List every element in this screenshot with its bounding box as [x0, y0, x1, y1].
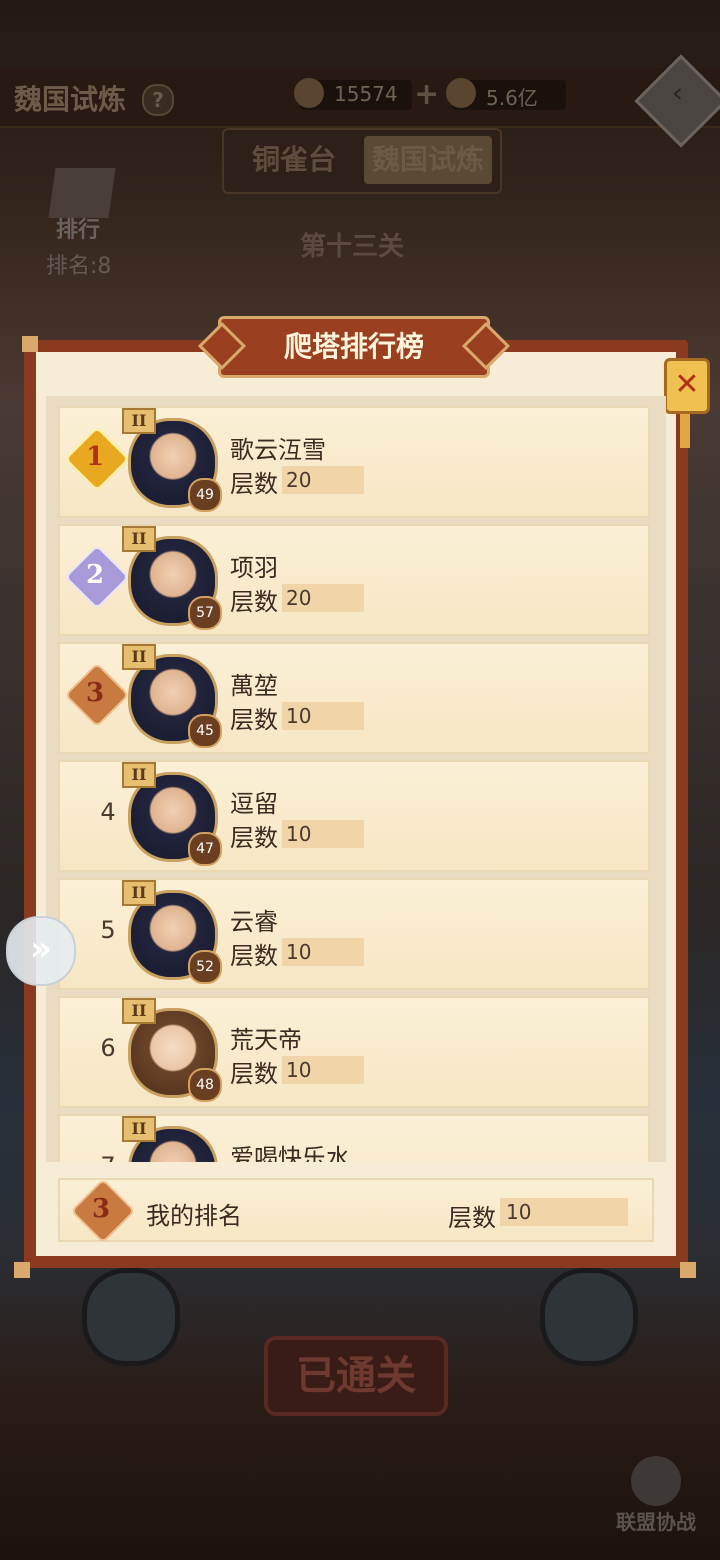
floor-count-value: 10: [286, 704, 312, 728]
leaderboard-row[interactable]: 3 II 45 萬堃 层数 10: [58, 642, 650, 754]
leaderboard-row[interactable]: 2 II 57 项羽 层数 20: [58, 524, 650, 636]
level-badge: 49: [188, 478, 222, 512]
tab-tongquetai[interactable]: 铜雀台: [230, 136, 358, 184]
floor-count-label: 层数: [230, 470, 278, 498]
gold-medal-icon: 1: [64, 426, 130, 492]
leaderboard-row[interactable]: 1 II 49 歌云沍雪 层数 20: [58, 406, 650, 518]
player-name: 云睿: [230, 908, 278, 936]
help-button[interactable]: ?: [142, 84, 174, 116]
frame-corner-ornament: [680, 1262, 696, 1278]
floor-count-label: 层数: [230, 942, 278, 970]
player-name: 逗留: [230, 790, 278, 818]
ranking-shortcut-label[interactable]: 排行: [56, 212, 100, 244]
leaderboard-list[interactable]: 1 II 49 歌云沍雪 层数 20 2 II 57 项羽 层数 20 3 II…: [46, 396, 666, 1162]
floor-count-value: 10: [286, 822, 312, 846]
tab-weiguo-trial[interactable]: 魏国试炼: [364, 136, 492, 184]
floor-count-label: 层数: [448, 1204, 496, 1232]
stage-title: 魏国试炼: [14, 83, 127, 116]
tier-badge: II: [122, 644, 156, 670]
level-badge: 52: [188, 950, 222, 984]
player-name: 歌云沍雪: [230, 436, 326, 464]
close-button[interactable]: ✕: [664, 358, 710, 414]
tier-badge: II: [122, 880, 156, 906]
leaderboard-row[interactable]: 7 II 爱喝快乐水: [58, 1114, 650, 1162]
tier-badge: II: [122, 408, 156, 434]
tier-badge: II: [122, 526, 156, 552]
floor-count-value: 20: [286, 586, 312, 610]
my-rank-row: 3 我的排名 层数 10: [58, 1178, 654, 1244]
coin-counter: 5.6亿: [446, 78, 566, 110]
player-name: 萬堃: [230, 672, 278, 700]
floor-count-label: 层数: [230, 1060, 278, 1088]
expand-side-menu-button[interactable]: »: [6, 916, 76, 986]
tier-badge: II: [122, 762, 156, 788]
floor-count-label: 层数: [230, 588, 278, 616]
floor-count-value: 10: [286, 940, 312, 964]
add-currency-button[interactable]: +: [414, 80, 439, 110]
leaderboard-row[interactable]: 4 II 47 逗留 层数 10: [58, 760, 650, 872]
floor-count-label: 层数: [230, 824, 278, 852]
bronze-medal-icon: 3: [70, 1178, 136, 1244]
leaderboard-row[interactable]: 5 II 52 云睿 层数 10: [58, 878, 650, 990]
floor-count-value: 10: [286, 1058, 312, 1082]
ingot-value: 15574: [334, 82, 398, 106]
level-badge: 48: [188, 1068, 222, 1102]
floor-title: 第十三关: [300, 232, 405, 262]
cleared-button[interactable]: 已通关: [264, 1336, 448, 1416]
gold-ingot-icon: [294, 78, 324, 108]
level-badge: 47: [188, 832, 222, 866]
alliance-assist-button[interactable]: 联盟协战: [616, 1456, 696, 1535]
ranking-scroll-icon[interactable]: [48, 168, 116, 218]
coin-value: 5.6亿: [486, 86, 538, 110]
my-rank-text: 排名:8: [46, 254, 112, 279]
floor-count-value: 20: [286, 468, 312, 492]
tier-badge: II: [122, 1116, 156, 1142]
modal-title: 爬塔排行榜: [283, 330, 424, 363]
silver-medal-icon: 2: [64, 544, 130, 610]
level-badge: 45: [188, 714, 222, 748]
floor-count-value: 10: [506, 1200, 532, 1224]
alliance-icon: [631, 1456, 681, 1506]
player-name: 爱喝快乐水: [230, 1144, 350, 1162]
player-name: 项羽: [230, 554, 278, 582]
back-arrow-icon: ‹: [671, 76, 684, 110]
alliance-label: 联盟协战: [616, 1510, 696, 1534]
frame-corner-ornament: [14, 1262, 30, 1278]
tassel-ornament: [680, 408, 690, 448]
floor-count-label: 层数: [230, 706, 278, 734]
round-window: [540, 1268, 638, 1366]
player-name: 荒天帝: [230, 1026, 302, 1054]
leaderboard-row[interactable]: 6 II 48 荒天帝 层数 10: [58, 996, 650, 1108]
level-badge: 57: [188, 596, 222, 630]
frame-corner-ornament: [22, 336, 38, 352]
mode-tabs: 铜雀台 魏国试炼: [222, 128, 502, 194]
bronze-medal-icon: 3: [64, 662, 130, 728]
ingot-counter: 15574: [294, 78, 412, 110]
round-window: [82, 1268, 180, 1366]
tier-badge: II: [122, 998, 156, 1024]
coin-icon: [446, 78, 476, 108]
modal-title-plate: 爬塔排行榜: [218, 316, 490, 378]
my-rank-label: 我的排名: [146, 1202, 242, 1230]
